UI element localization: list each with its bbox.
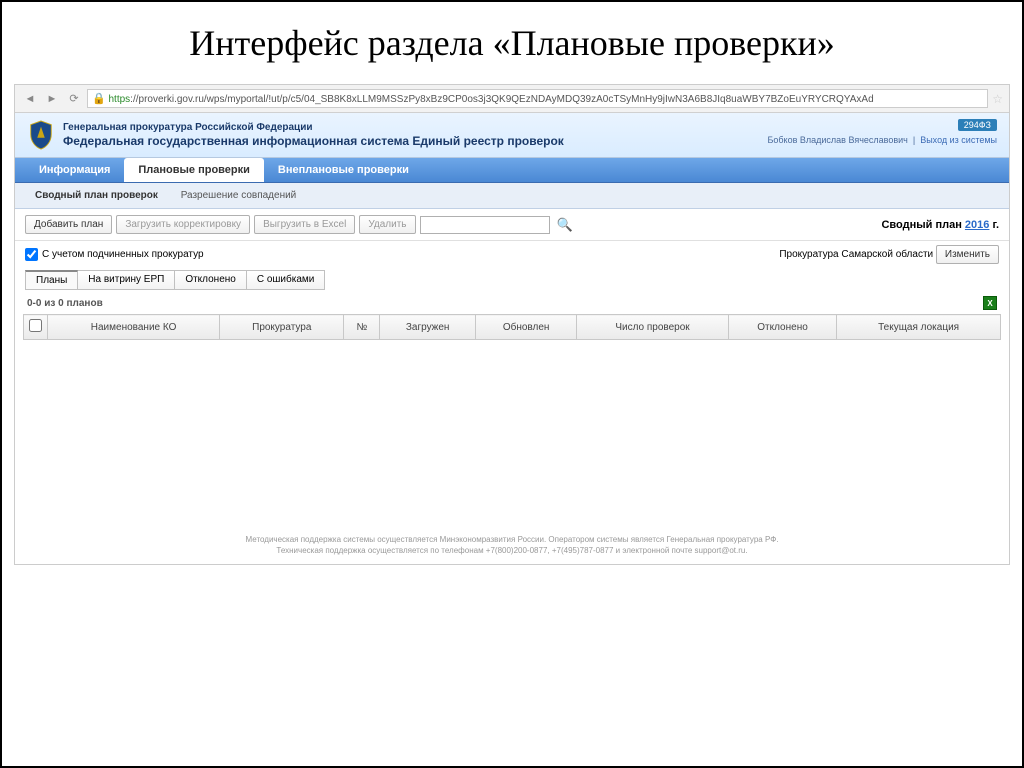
back-arrow-icon[interactable]: ◄ <box>21 90 39 108</box>
subtab-resolve[interactable]: Разрешение совпадений <box>171 187 307 204</box>
col-num: № <box>344 315 380 340</box>
system-name: Федеральная государственная информационн… <box>63 134 564 150</box>
org-name: Генеральная прокуратура Российской Федер… <box>63 121 564 134</box>
export-excel-button[interactable]: Выгрузить в Excel <box>254 215 355 234</box>
col-updated: Обновлен <box>476 315 577 340</box>
delete-button[interactable]: Удалить <box>359 215 415 234</box>
header-left: Генеральная прокуратура Российской Федер… <box>27 119 564 151</box>
table-body-empty <box>23 340 1001 520</box>
url-field[interactable]: 🔒 https://proverki.gov.ru/wps/myportal/!… <box>87 89 988 108</box>
toolbar: Добавить план Загрузить корректировку Вы… <box>15 209 1009 241</box>
filter-showcase[interactable]: На витрину ЕРП <box>78 270 175 290</box>
include-subordinates-check[interactable]: С учетом подчиненных прокуратур <box>25 248 204 261</box>
add-plan-button[interactable]: Добавить план <box>25 215 112 234</box>
filter-errors[interactable]: С ошибками <box>247 270 326 290</box>
sub-tabs: Сводный план проверок Разрешение совпаде… <box>15 183 1009 209</box>
load-correction-button[interactable]: Загрузить корректировку <box>116 215 250 234</box>
user-name: Бобков Владислав Вячеславович <box>767 135 907 145</box>
col-location: Текущая локация <box>837 315 1001 340</box>
reload-icon[interactable]: ⟳ <box>65 90 83 108</box>
include-subordinates-checkbox[interactable] <box>25 248 38 261</box>
footer: Методическая поддержка системы осуществл… <box>15 520 1009 564</box>
col-checkbox <box>24 315 48 340</box>
change-region-button[interactable]: Изменить <box>936 245 999 264</box>
bookmark-star-icon[interactable]: ☆ <box>992 92 1003 106</box>
lock-icon: 🔒 <box>92 93 106 105</box>
filter-plans[interactable]: Планы <box>25 270 78 290</box>
search-icon[interactable]: 🔍 <box>557 217 573 233</box>
options-row: С учетом подчиненных прокуратур Прокурат… <box>15 241 1009 268</box>
filter-rejected[interactable]: Отклонено <box>175 270 247 290</box>
search-input[interactable] <box>420 216 550 234</box>
col-prosecutor: Прокуратура <box>220 315 344 340</box>
footer-line2: Техническая поддержка осуществляется по … <box>55 545 969 556</box>
tab-info[interactable]: Информация <box>25 158 124 182</box>
url-secure: https <box>108 94 130 105</box>
footer-line1: Методическая поддержка системы осуществл… <box>55 534 969 545</box>
app-header: Генеральная прокуратура Российской Федер… <box>15 113 1009 158</box>
year-link[interactable]: 2016 <box>965 219 989 231</box>
slide-title: Интерфейс раздела «Плановые проверки» <box>2 2 1022 84</box>
main-tabs: Информация Плановые проверки Внеплановые… <box>15 158 1009 183</box>
col-name: Наименование КО <box>48 315 220 340</box>
law-badge: 294ФЗ <box>958 119 997 131</box>
region-label: Прокуратура Самарской области <box>779 249 933 260</box>
browser-window: ◄ ► ⟳ 🔒 https://proverki.gov.ru/wps/mypo… <box>14 84 1010 565</box>
subtab-summary[interactable]: Сводный план проверок <box>25 187 168 204</box>
logout-link[interactable]: Выход из системы <box>920 135 997 145</box>
header-right: 294ФЗ Бобков Владислав Вячеславович | Вы… <box>767 119 997 151</box>
emblem-icon <box>27 119 55 151</box>
url-text: ://proverki.gov.ru/wps/myportal/!ut/p/c5… <box>130 94 873 105</box>
col-count: Число проверок <box>577 315 729 340</box>
tab-planned[interactable]: Плановые проверки <box>124 158 264 182</box>
forward-arrow-icon[interactable]: ► <box>43 90 61 108</box>
select-all-checkbox[interactable] <box>29 319 42 332</box>
tab-unplanned[interactable]: Внеплановые проверки <box>264 158 423 182</box>
filter-tabs: Планы На витрину ЕРП Отклонено С ошибкам… <box>15 268 1009 292</box>
count-label: 0-0 из 0 планов <box>27 298 103 309</box>
plans-table: Наименование КО Прокуратура № Загружен О… <box>23 314 1001 340</box>
address-bar: ◄ ► ⟳ 🔒 https://proverki.gov.ru/wps/mypo… <box>15 85 1009 113</box>
plan-year-label: Сводный план 2016 г. <box>881 219 999 231</box>
count-row: 0-0 из 0 планов X <box>15 292 1009 314</box>
col-loaded: Загружен <box>380 315 476 340</box>
excel-export-icon[interactable]: X <box>983 296 997 310</box>
col-rejected: Отклонено <box>728 315 836 340</box>
